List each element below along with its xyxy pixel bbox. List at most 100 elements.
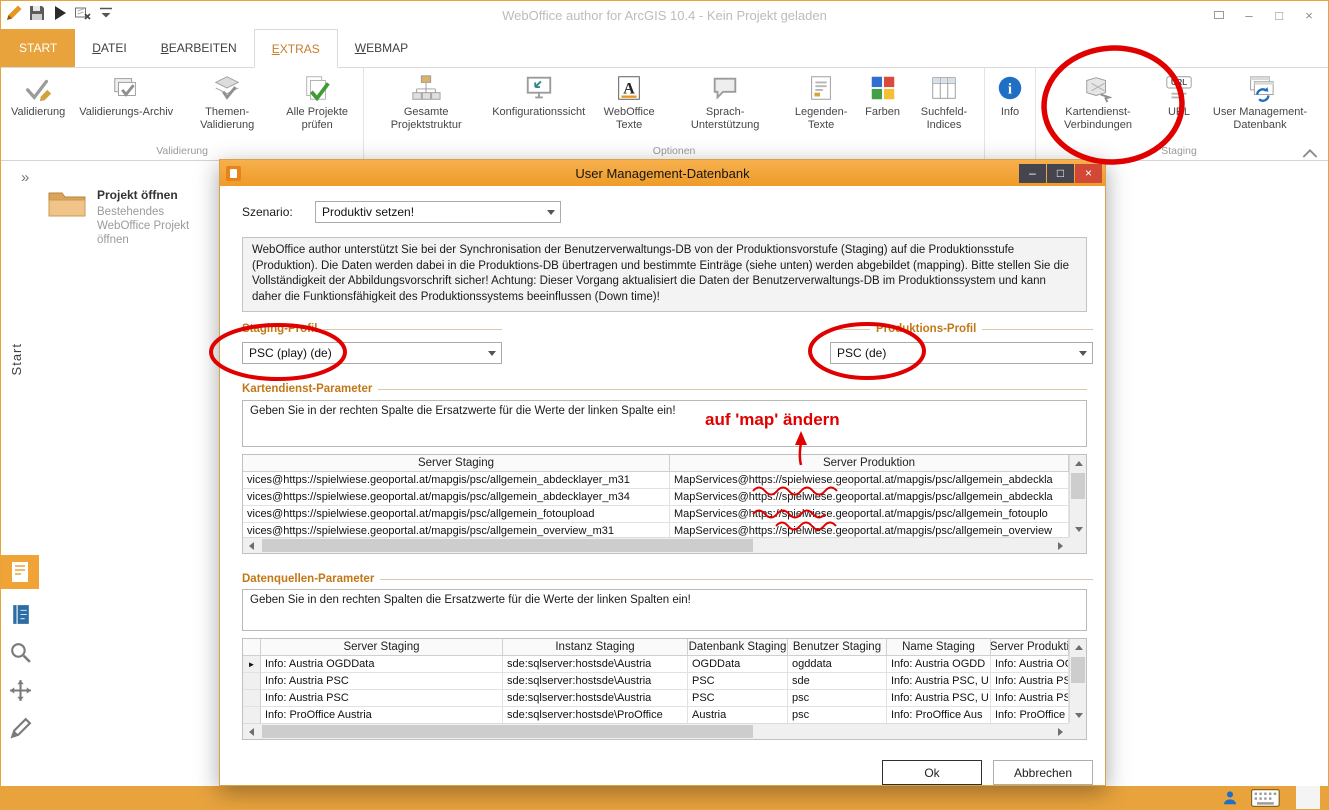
close-project-icon[interactable]: [74, 4, 92, 22]
column-header[interactable]: Datenbank Staging: [688, 639, 788, 656]
window-layout-icon[interactable]: [1204, 4, 1234, 26]
horizontal-scrollbar[interactable]: [243, 723, 1069, 739]
scrollbar-track[interactable]: [1070, 655, 1086, 707]
scroll-down-button[interactable]: [1070, 521, 1087, 537]
column-header[interactable]: Server Staging: [243, 455, 670, 472]
ribbon-button-konfigurationssicht[interactable]: Konfigurationssicht: [485, 69, 592, 145]
ribbon-groups: ValidierungValidierungs-Archiv Themen-Val…: [1, 68, 1322, 160]
ribbon-button-label: User Management-Datenbank: [1208, 106, 1312, 131]
ribbon-button-kartendienst-verbindungen[interactable]: Kartendienst-Verbindungen: [1039, 69, 1157, 145]
tab-webmap[interactable]: WEBMAP: [338, 29, 425, 67]
column-header[interactable]: Benutzer Staging: [788, 639, 887, 656]
ok-button[interactable]: Ok: [882, 760, 982, 785]
scenario-dropdown[interactable]: Produktiv setzen!: [315, 201, 561, 223]
save-icon[interactable]: [28, 4, 46, 22]
scrollbar-thumb[interactable]: [1071, 657, 1085, 683]
close-button[interactable]: ×: [1294, 4, 1324, 26]
tab-extras[interactable]: EXTRAS: [254, 29, 338, 68]
toolbar-dropdown-icon[interactable]: [97, 4, 115, 22]
dialog-minimize-button[interactable]: –: [1019, 164, 1046, 183]
language-support-icon: [710, 73, 740, 103]
dialog-titlebar[interactable]: User Management-Datenbank – □ ×: [220, 160, 1105, 186]
pen-icon[interactable]: [8, 716, 33, 741]
horizontal-scrollbar[interactable]: [243, 537, 1069, 553]
pencil-icon[interactable]: [5, 4, 23, 22]
dialog-maximize-button[interactable]: □: [1047, 164, 1074, 183]
ribbon-button-weboffice-texte[interactable]: AWebOffice Texte: [592, 69, 666, 145]
table-row[interactable]: vices@https://spielwiese.geoportal.at/ma…: [243, 472, 1069, 489]
ribbon-button-user-management-datenbank[interactable]: User Management-Datenbank: [1201, 69, 1319, 145]
grid-header-row: Server StagingInstanz StagingDatenbank S…: [243, 639, 1069, 656]
scroll-down-button[interactable]: [1070, 707, 1087, 723]
staging-profile-dropdown[interactable]: PSC (play) (de): [242, 342, 502, 364]
row-selector: [243, 707, 261, 723]
ribbon-button-sprach-unterstützung[interactable]: Sprach-Unterstützung: [666, 69, 784, 145]
table-cell: Info: ProOffice Austria: [261, 707, 503, 723]
recent-project-item[interactable]: Projekt öffnen Bestehendes WebOffice Pro…: [47, 188, 223, 247]
table-cell: sde:sqlserver:hostsde\Austria: [503, 673, 688, 690]
ribbon-button-farben[interactable]: Farben: [858, 69, 907, 145]
ribbon-button-info[interactable]: iInfo: [988, 69, 1032, 145]
dialog-close-button[interactable]: ×: [1075, 164, 1102, 183]
ribbon-button-alle-projekte-prüfen[interactable]: Alle Projekte prüfen: [274, 69, 360, 145]
project-map-icon[interactable]: [1, 555, 39, 589]
scroll-left-button[interactable]: [243, 538, 260, 554]
scrollbar-thumb[interactable]: [1071, 473, 1085, 499]
search-icon[interactable]: [8, 640, 33, 665]
move-icon[interactable]: [8, 678, 33, 703]
ribbon-button-validierung[interactable]: Validierung: [4, 69, 72, 145]
minimize-button[interactable]: –: [1234, 4, 1264, 26]
column-header[interactable]: Instanz Staging: [503, 639, 688, 656]
table-cell: Info: Austria OGDD: [887, 656, 991, 673]
notebook-icon[interactable]: [8, 602, 33, 627]
ribbon-button-legenden-texte[interactable]: Legenden-Texte: [784, 69, 858, 145]
table-cell: sde:sqlserver:hostsde\Austria: [503, 690, 688, 707]
vertical-scrollbar[interactable]: [1069, 455, 1086, 537]
table-cell: psc: [788, 690, 887, 707]
scroll-right-button[interactable]: [1052, 538, 1069, 554]
scrollbar-track[interactable]: [260, 724, 1052, 739]
table-cell: vices@https://spielwiese.geoportal.at/ma…: [243, 523, 670, 537]
tab-bearbeiten[interactable]: BEARBEITEN: [144, 29, 254, 67]
scrollbar-track[interactable]: [260, 538, 1052, 553]
scroll-left-button[interactable]: [243, 724, 260, 740]
keyboard-icon[interactable]: [1251, 789, 1280, 807]
taskbar-tray-box[interactable]: [1296, 786, 1320, 809]
table-row[interactable]: Info: Austria PSCsde:sqlserver:hostsde\A…: [243, 673, 1069, 690]
scrollbar-thumb[interactable]: [262, 539, 753, 552]
maximize-button[interactable]: □: [1264, 4, 1294, 26]
scrollbar-track[interactable]: [1070, 471, 1086, 521]
tab-datei[interactable]: DATEI: [75, 29, 143, 67]
user-person-icon[interactable]: [1221, 789, 1239, 807]
ribbon-button-label: Themen-Validierung: [187, 106, 267, 131]
scroll-up-button[interactable]: [1070, 455, 1087, 471]
ribbon-button-validierungs-archiv[interactable]: Validierungs-Archiv: [72, 69, 180, 145]
collapse-ribbon-button[interactable]: [1302, 145, 1318, 157]
table-row[interactable]: vices@https://spielwiese.geoportal.at/ma…: [243, 506, 1069, 523]
scroll-right-button[interactable]: [1052, 724, 1069, 740]
dropdown-arrow-icon: [1074, 343, 1092, 363]
table-row[interactable]: vices@https://spielwiese.geoportal.at/ma…: [243, 523, 1069, 537]
column-header[interactable]: Name Staging: [887, 639, 991, 656]
run-icon[interactable]: [51, 4, 69, 22]
cancel-button[interactable]: Abbrechen: [993, 760, 1093, 785]
ribbon-button-themen-validierung[interactable]: Themen-Validierung: [180, 69, 274, 145]
column-header[interactable]: Server Produktion: [670, 455, 1069, 472]
table-row[interactable]: Info: ProOffice Austriasde:sqlserver:hos…: [243, 707, 1069, 723]
table-row[interactable]: ►Info: Austria OGDDatasde:sqlserver:host…: [243, 656, 1069, 673]
tab-start[interactable]: START: [1, 29, 75, 67]
expand-panel-button[interactable]: »: [21, 169, 29, 186]
scroll-up-button[interactable]: [1070, 639, 1087, 655]
table-row[interactable]: vices@https://spielwiese.geoportal.at/ma…: [243, 489, 1069, 506]
ribbon-button-url[interactable]: URLURL: [1157, 69, 1201, 145]
scrollbar-thumb[interactable]: [262, 725, 753, 738]
production-profile-dropdown[interactable]: PSC (de): [830, 342, 1093, 364]
column-header[interactable]: Server Staging: [261, 639, 503, 656]
start-panel-tab[interactable]: Start: [9, 343, 24, 375]
column-header[interactable]: Server Produkti: [991, 639, 1069, 656]
table-cell: vices@https://spielwiese.geoportal.at/ma…: [243, 506, 670, 523]
ribbon-button-suchfeld-indices[interactable]: Suchfeld-Indices: [907, 69, 981, 145]
table-row[interactable]: Info: Austria PSCsde:sqlserver:hostsde\A…: [243, 690, 1069, 707]
ribbon-button-gesamte-projektstruktur[interactable]: Gesamte Projektstruktur: [367, 69, 485, 145]
vertical-scrollbar[interactable]: [1069, 639, 1086, 723]
